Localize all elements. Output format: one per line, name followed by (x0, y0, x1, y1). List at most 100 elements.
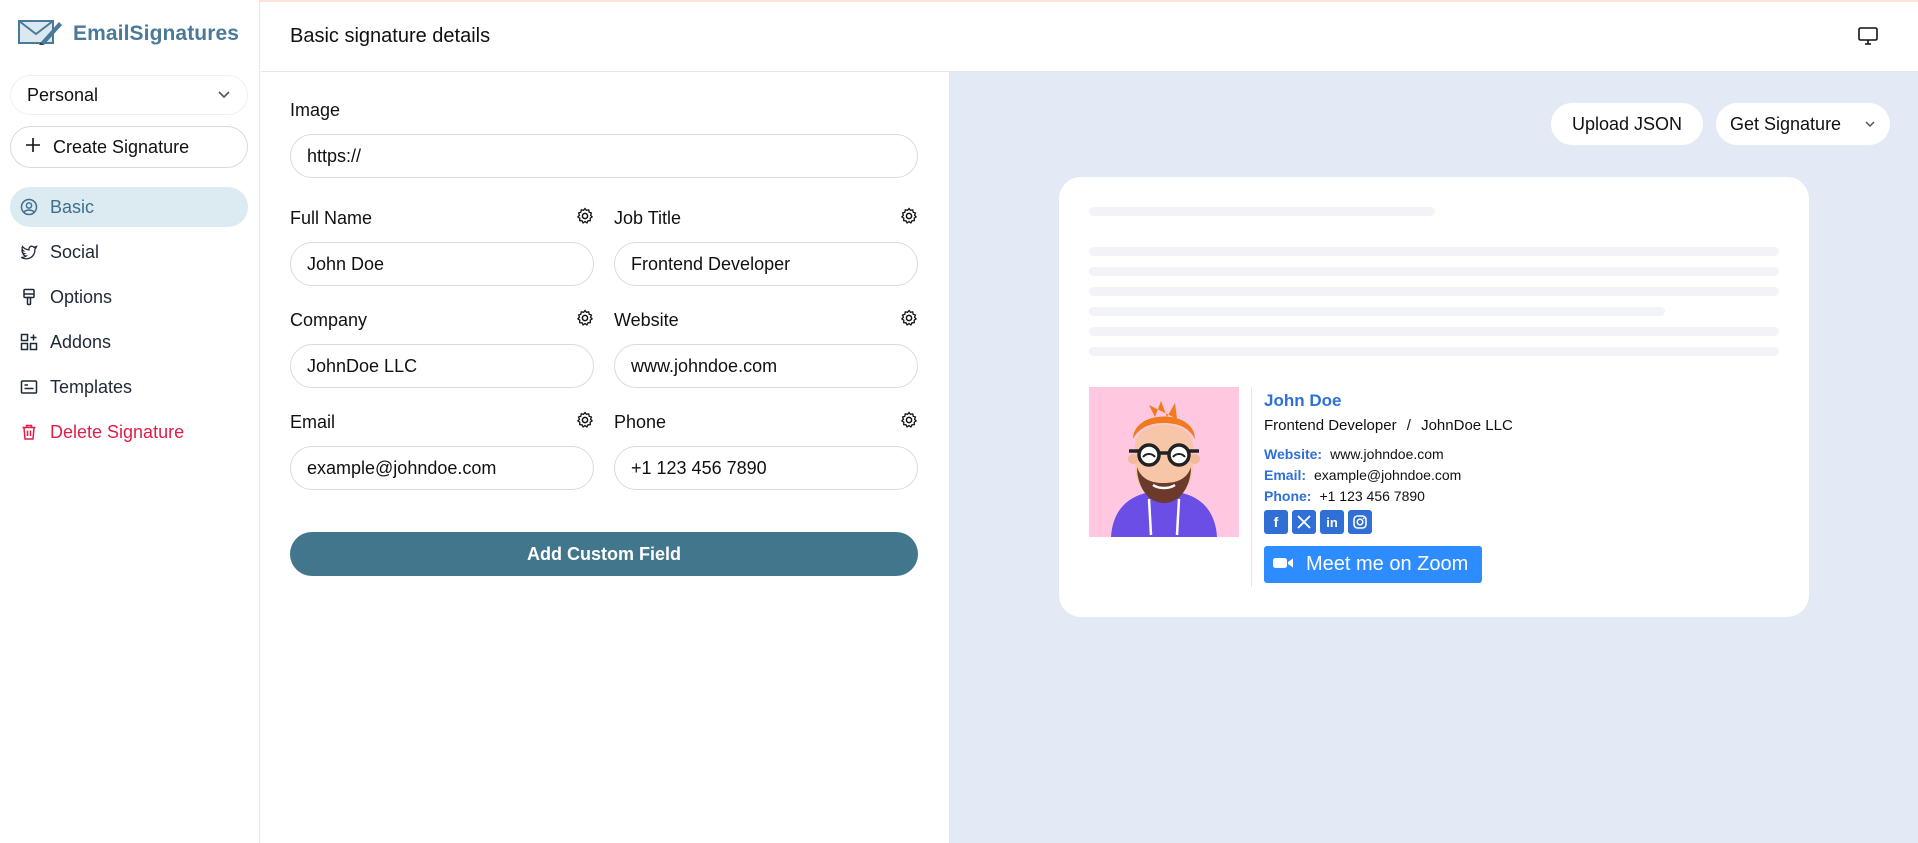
gear-icon[interactable] (576, 206, 594, 230)
skeleton-line (1089, 207, 1435, 216)
sidebar-item-social[interactable]: Social (10, 232, 248, 272)
brand[interactable]: EmailSignatures (17, 16, 239, 51)
full-name-label: Full Name (290, 206, 594, 230)
signature-preview-panel: Upload JSON Get Signature John Doe Front… (949, 72, 1918, 843)
page-title: Basic signature details (290, 25, 491, 47)
sidebar-item-label: Social (50, 241, 100, 262)
email-field-group: Email example@johndoe.com (290, 410, 594, 490)
chevron-down-icon (217, 85, 231, 106)
company-input[interactable]: JohnDoe LLC (290, 344, 594, 388)
gear-icon[interactable] (900, 206, 918, 230)
get-signature-label: Get Signature (1730, 113, 1842, 134)
create-signature-button[interactable]: Create Signature (10, 126, 248, 168)
x-icon[interactable] (1292, 510, 1316, 534)
full-name-input[interactable]: John Doe (290, 242, 594, 286)
signature-email-value[interactable]: example@johndoe.com (1314, 467, 1461, 483)
user-circle-icon (20, 198, 38, 216)
name-title-row: Full Name John Doe Job Title Frontend De… (290, 206, 918, 286)
gear-icon[interactable] (900, 410, 918, 434)
phone-input[interactable]: +1 123 456 7890 (614, 446, 918, 490)
gear-icon[interactable] (576, 410, 594, 434)
zoom-meeting-button[interactable]: Meet me on Zoom (1264, 546, 1482, 583)
signature-separator: / (1406, 417, 1411, 434)
signature-company: JohnDoe LLC (1421, 417, 1513, 434)
image-label-text: Image (290, 99, 341, 120)
upload-json-label: Upload JSON (1571, 113, 1683, 134)
phone-label: Phone (614, 410, 918, 434)
sidebar-item-basic[interactable]: Basic (10, 187, 248, 227)
template-icon (20, 378, 38, 396)
create-signature-label: Create Signature (53, 136, 190, 157)
linkedin-icon[interactable]: in (1320, 510, 1344, 534)
skeleton-line (1089, 247, 1779, 256)
signature-form: Image https:// Full Name John Doe Job Ti… (290, 72, 918, 576)
sidebar: EmailSignatures Personal Create Signatur… (0, 0, 260, 843)
twitter-icon (20, 243, 38, 261)
upload-json-button[interactable]: Upload JSON (1551, 103, 1703, 145)
signature-phone-label: Phone: (1264, 488, 1312, 504)
facebook-icon[interactable]: f (1264, 510, 1288, 534)
signature-website: Website: www.johndoe.com (1264, 446, 1513, 462)
signature-job-title: Frontend Developer (1264, 417, 1397, 434)
signature-divider (1251, 387, 1252, 587)
full-name-value: John Doe (307, 253, 385, 274)
job-title-value: Frontend Developer (631, 253, 791, 274)
signature-email: Email: example@johndoe.com (1264, 467, 1513, 483)
add-custom-field-button[interactable]: Add Custom Field (290, 532, 918, 576)
sidebar-item-templates[interactable]: Templates (10, 367, 248, 407)
get-signature-button[interactable]: Get Signature (1716, 103, 1890, 145)
instagram-icon[interactable] (1348, 510, 1372, 534)
website-input[interactable]: www.johndoe.com (614, 344, 918, 388)
company-label-text: Company (290, 309, 368, 330)
image-url-input[interactable]: https:// (290, 134, 918, 178)
email-signature: John Doe Frontend Developer / JohnDoe LL… (1089, 387, 1513, 587)
sidebar-item-addons[interactable]: Addons (10, 322, 248, 362)
company-field-group: Company JohnDoe LLC (290, 308, 594, 388)
website-field-group: Website www.johndoe.com (614, 308, 918, 388)
video-camera-icon (1272, 553, 1294, 576)
email-input[interactable]: example@johndoe.com (290, 446, 594, 490)
gear-icon[interactable] (576, 308, 594, 332)
image-label: Image (290, 98, 918, 122)
sidebar-item-label: Basic (50, 196, 95, 217)
sidebar-item-label: Addons (50, 331, 112, 352)
sidebar-item-label: Options (50, 286, 113, 307)
signature-role: Frontend Developer / JohnDoe LLC (1264, 417, 1513, 434)
signature-phone: Phone: +1 123 456 7890 (1264, 488, 1513, 504)
phone-field-group: Phone +1 123 456 7890 (614, 410, 918, 490)
job-title-label: Job Title (614, 206, 918, 230)
email-label-text: Email (290, 411, 336, 432)
chevron-down-icon (1864, 114, 1876, 135)
skeleton-line (1089, 307, 1665, 316)
signature-website-label: Website: (1264, 446, 1323, 462)
monitor-icon[interactable] (1858, 27, 1878, 50)
company-label: Company (290, 308, 594, 332)
sidebar-item-delete-signature[interactable]: Delete Signature (10, 412, 248, 452)
skeleton-line (1089, 267, 1779, 276)
email-preview-card: John Doe Frontend Developer / JohnDoe LL… (1059, 177, 1809, 617)
avatar (1089, 387, 1239, 537)
sidebar-nav: Basic Social Options Addons Templates De… (10, 187, 248, 457)
job-title-input[interactable]: Frontend Developer (614, 242, 918, 286)
social-icons: f in (1264, 510, 1513, 534)
brush-icon (20, 288, 38, 306)
job-title-label-text: Job Title (614, 207, 682, 228)
widgets-icon (20, 333, 38, 351)
company-website-row: Company JohnDoe LLC Website www.johndoe.… (290, 308, 918, 388)
website-value: www.johndoe.com (631, 355, 778, 376)
phone-label-text: Phone (614, 411, 667, 432)
profile-select[interactable]: Personal (10, 75, 248, 115)
gear-icon[interactable] (900, 308, 918, 332)
company-value: JohnDoe LLC (307, 355, 418, 376)
job-title-field-group: Job Title Frontend Developer (614, 206, 918, 286)
profile-select-value: Personal (27, 84, 99, 105)
signature-name: John Doe (1264, 391, 1342, 410)
zoom-button-label: Meet me on Zoom (1306, 553, 1469, 575)
page-header: Basic signature details (261, 2, 1918, 72)
signature-website-value[interactable]: www.johndoe.com (1330, 446, 1444, 462)
image-url-value: https:// (307, 145, 362, 166)
sidebar-item-options[interactable]: Options (10, 277, 248, 317)
image-field-group: Image https:// (290, 98, 918, 178)
sidebar-item-label: Templates (50, 376, 133, 397)
signature-phone-value[interactable]: +1 123 456 7890 (1319, 488, 1425, 504)
